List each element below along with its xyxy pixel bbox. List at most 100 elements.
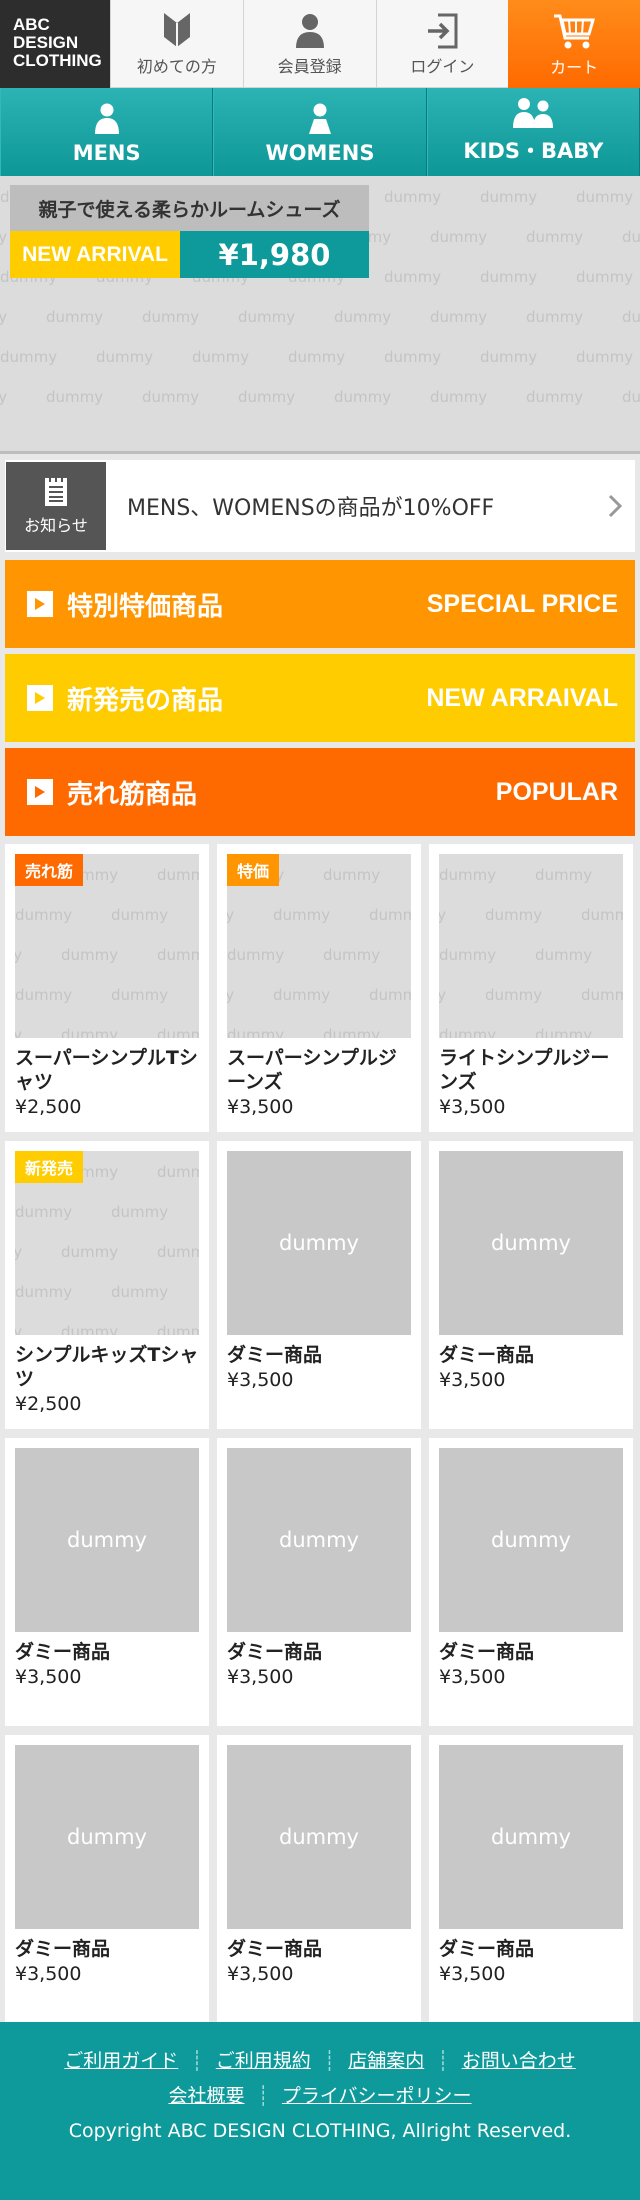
- nav-label: ログイン: [410, 57, 475, 76]
- footer-link-terms[interactable]: ご利用規約: [216, 2050, 311, 2072]
- footer-link-stores[interactable]: 店舗案内: [348, 2050, 424, 2072]
- banner-subtitle: SPECIAL PRICE: [426, 589, 618, 618]
- product-card[interactable]: dummy ダミー商品 ¥3,500: [5, 1735, 209, 2023]
- footer-link-privacy[interactable]: プライバシーポリシー: [282, 2085, 472, 2107]
- product-image: 売れ筋 dummydummydummydummydummydummydummyd…: [15, 854, 199, 1038]
- beginner-icon: [163, 13, 190, 47]
- product-card[interactable]: dummy ダミー商品 ¥3,500: [217, 1141, 421, 1429]
- hero-price: ¥1,980: [180, 231, 369, 278]
- footer-links: ご利用ガイド ┊ ご利用規約 ┊ 店舗案内 ┊ お問い合わせ 会社概要 ┊ プライバシーポリシー: [0, 2044, 640, 2114]
- footer-links-row: ご利用ガイド ┊ ご利用規約 ┊ 店舗案内 ┊ お問い合わせ: [0, 2044, 640, 2079]
- copyright: Copyright ABC DESIGN CLOTHING, Allright …: [68, 2120, 572, 2142]
- product-price: ¥3,500: [15, 1666, 82, 1688]
- separator: ┊: [191, 2050, 203, 2072]
- new-arrival-banner[interactable]: 新発売の商品 NEW ARRAIVAL: [5, 654, 635, 742]
- nav-label: カート: [550, 58, 599, 77]
- placeholder-row: dummydummydummydummydummydummydummydummy: [227, 986, 411, 1004]
- product-card[interactable]: 特価 dummydummydummydummydummydummydummydu…: [217, 844, 421, 1132]
- product-badge: 新発売: [15, 1151, 84, 1183]
- product-image: dummy: [439, 1448, 623, 1632]
- popular-banner[interactable]: 売れ筋商品 POPULAR: [5, 748, 635, 836]
- placeholder-row: dummydummydummydummydummydummydummydummy: [15, 986, 169, 1004]
- man-icon: [94, 103, 119, 134]
- banner-title: 売れ筋商品: [67, 779, 198, 810]
- product-card[interactable]: dummy ダミー商品 ¥3,500: [429, 1141, 633, 1429]
- product-name: ダミー商品: [227, 1344, 323, 1366]
- banner-title: 特別特価商品: [67, 591, 224, 622]
- footer-link-company[interactable]: 会社概要: [168, 2085, 244, 2107]
- product-name: ライトシンプルジーンズ: [439, 1047, 610, 1093]
- product-price: ¥3,500: [15, 1963, 82, 1985]
- product-card[interactable]: dummy ダミー商品 ¥3,500: [217, 1735, 421, 2023]
- footer-link-contact[interactable]: お問い合わせ: [462, 2050, 576, 2072]
- product-price: ¥3,500: [439, 1369, 506, 1391]
- woman-icon: [308, 103, 331, 134]
- product-price: ¥3,500: [439, 1963, 506, 1985]
- product-price: ¥2,500: [15, 1393, 82, 1415]
- nav-beginner[interactable]: 初めての方: [110, 0, 243, 88]
- footer-link-guide[interactable]: ご利用ガイド: [64, 2050, 178, 2072]
- placeholder-row: dummydummydummydummydummydummydummydummy: [15, 1203, 169, 1221]
- placeholder-row: dummydummydummydummydummydummydummydummy: [227, 906, 411, 924]
- site-logo[interactable]: ABC DESIGN CLOTHING: [0, 0, 110, 88]
- chevron-right-icon: [595, 493, 635, 519]
- nav-label: 会員登録: [277, 57, 342, 76]
- product-price: ¥3,500: [227, 1963, 294, 1985]
- notice-bar[interactable]: お知らせ MENS、WOMENSの商品が10%OFF: [5, 460, 635, 552]
- product-image: dummy: [227, 1448, 411, 1632]
- product-name: ダミー商品: [439, 1938, 535, 1960]
- product-price: ¥3,500: [227, 1096, 294, 1118]
- login-icon: [428, 13, 458, 49]
- product-card[interactable]: dummy ダミー商品 ¥3,500: [217, 1438, 421, 1726]
- product-image: dummy: [227, 1745, 411, 1929]
- header-nav: 初めての方 会員登録 ログイン カート: [110, 0, 640, 88]
- placeholder-row: dummydummydummydummydummydummydummydummy: [439, 986, 623, 1004]
- product-name: スーパーシンプルジーンズ: [227, 1047, 397, 1093]
- placeholder-row: dummydummydummydummydummydummydummydummy: [439, 866, 593, 884]
- footer-links-row: 会社概要 ┊ プライバシーポリシー: [0, 2079, 640, 2114]
- separator: ┊: [437, 2050, 449, 2072]
- site-header: ABC DESIGN CLOTHING 初めての方 会員登録 ログイン カート: [0, 0, 640, 88]
- category-womens[interactable]: WOMENS: [213, 88, 427, 176]
- product-card[interactable]: 売れ筋 dummydummydummydummydummydummydummyd…: [5, 844, 209, 1132]
- nav-login[interactable]: ログイン: [375, 0, 509, 88]
- placeholder-row: dummydummydummydummydummydummydummydummy: [227, 946, 381, 964]
- placeholder-row: dummydummydummydummydummydummydummydummy: [439, 1026, 593, 1038]
- product-card[interactable]: 新発売 dummydummydummydummydummydummydummyd…: [5, 1141, 209, 1429]
- special-price-banner[interactable]: 特別特価商品 SPECIAL PRICE: [5, 560, 635, 648]
- product-card[interactable]: dummy ダミー商品 ¥3,500: [5, 1438, 209, 1726]
- product-price: ¥3,500: [227, 1369, 294, 1391]
- product-card[interactable]: dummy ダミー商品 ¥3,500: [429, 1438, 633, 1726]
- product-grid: 売れ筋 dummydummydummydummydummydummydummyd…: [5, 844, 636, 2032]
- category-tabs: MENS WOMENS KIDS・BABY: [0, 88, 640, 176]
- product-image: dummy: [227, 1151, 411, 1335]
- placeholder-row: dummydummydummydummydummydummydummydummy: [0, 348, 634, 366]
- category-kids-baby[interactable]: KIDS・BABY: [426, 88, 640, 176]
- hero-banner[interactable]: dummydummydummydummydummydummydummydummy…: [0, 176, 640, 454]
- product-price: ¥3,500: [439, 1666, 506, 1688]
- product-image: 特価 dummydummydummydummydummydummydummydu…: [227, 854, 411, 1038]
- notice-text: MENS、WOMENSの商品が10%OFF: [127, 496, 495, 521]
- nav-register[interactable]: 会員登録: [242, 0, 376, 88]
- product-price: ¥3,500: [439, 1096, 506, 1118]
- product-name: ダミー商品: [15, 1641, 111, 1663]
- family-icon: [513, 98, 554, 128]
- hero-title: 親子で使える柔らかルームシューズ: [10, 185, 369, 231]
- cart-icon: [554, 14, 596, 49]
- placeholder-row: dummydummydummydummydummydummydummydummy: [439, 906, 623, 924]
- category-label: MENS: [72, 141, 141, 165]
- product-price: ¥3,500: [227, 1666, 294, 1688]
- banner-title: 新発売の商品: [67, 685, 224, 716]
- product-card[interactable]: dummydummydummydummydummydummydummydummy…: [429, 844, 633, 1132]
- placeholder-row: dummydummydummydummydummydummydummydummy: [439, 946, 593, 964]
- placeholder-row: dummydummydummydummydummydummydummydummy: [0, 308, 640, 326]
- category-label: KIDS・BABY: [463, 139, 604, 163]
- placeholder-row: dummydummydummydummydummydummydummydummy: [15, 1323, 199, 1335]
- nav-cart[interactable]: カート: [508, 0, 640, 88]
- product-name: スーパーシンプルTシャツ: [15, 1047, 198, 1093]
- logo-line: ABC: [13, 15, 50, 34]
- category-mens[interactable]: MENS: [0, 88, 214, 176]
- placeholder-row: dummydummydummydummydummydummydummydummy: [15, 1283, 169, 1301]
- product-image: dummy: [15, 1448, 199, 1632]
- product-card[interactable]: dummy ダミー商品 ¥3,500: [429, 1735, 633, 2023]
